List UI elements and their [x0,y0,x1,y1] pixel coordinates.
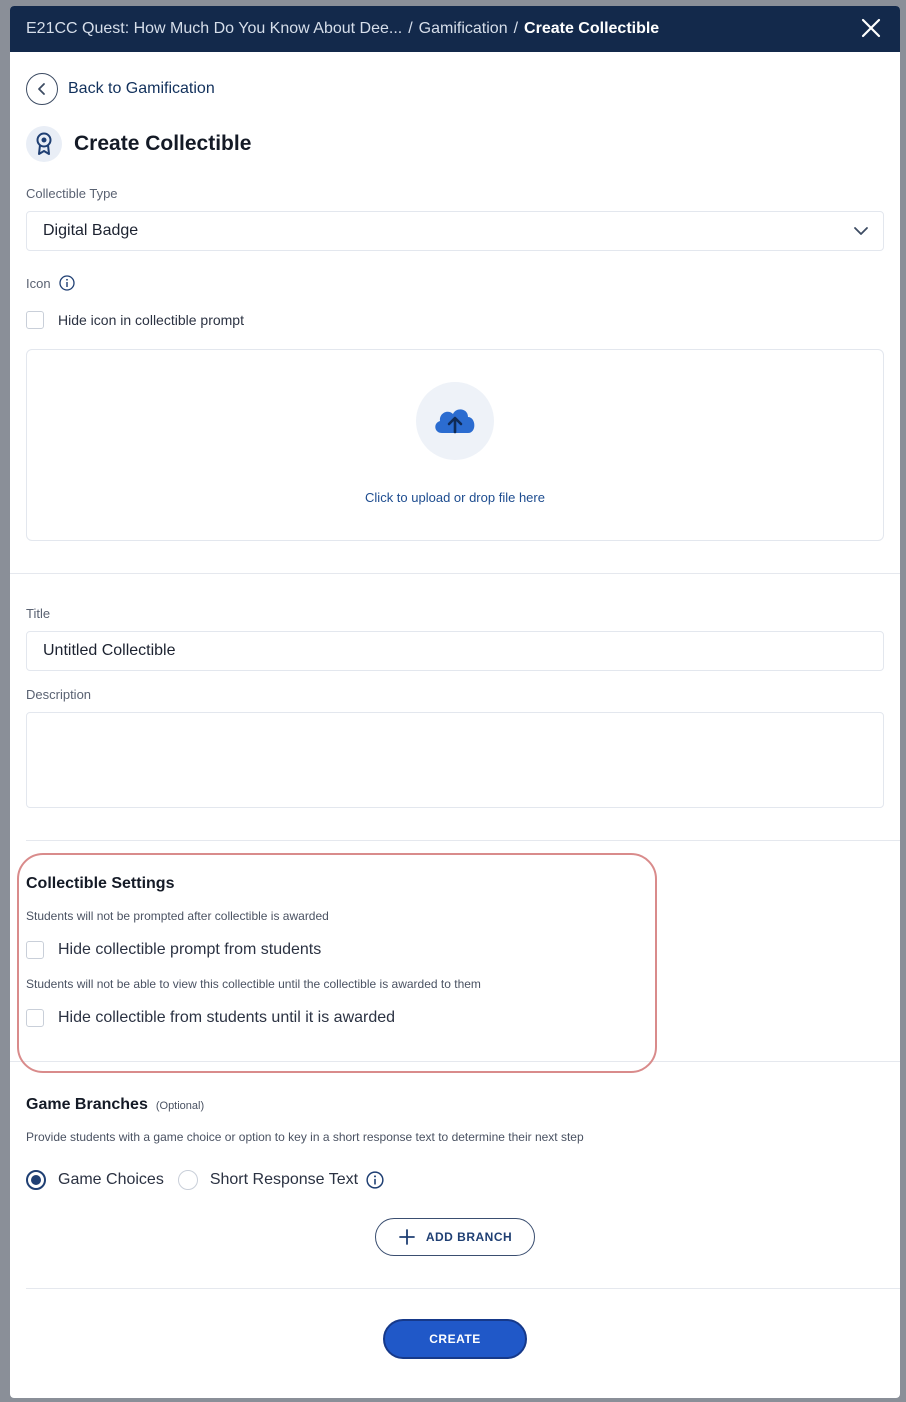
info-icon[interactable] [58,275,75,291]
hide-icon-row: Hide icon in collectible prompt [26,311,884,329]
plus-icon [398,1229,415,1245]
hide-prompt-row: Hide collectible prompt from students [26,941,884,959]
short-response-radio[interactable] [177,1170,198,1190]
breadcrumb-gamification[interactable]: Gamification [419,20,508,38]
add-branch-button[interactable]: ADD BRANCH [375,1218,535,1256]
create-button[interactable]: CREATE [383,1319,527,1359]
hide-icon-checkbox[interactable] [26,311,44,329]
close-icon[interactable] [860,17,882,39]
hide-until-awarded-checkbox[interactable] [26,1009,44,1027]
collectible-settings-title: Collectible Settings [26,875,175,892]
cloud-upload-icon [416,382,494,460]
collectible-type-label: Collectible Type [26,186,118,201]
collectible-type-select[interactable]: Digital Badge [26,211,884,251]
icon-upload-dropzone[interactable]: Click to upload or drop file here [26,349,884,541]
breadcrumb-current: Create Collectible [524,20,660,37]
hide-until-awarded-row: Hide collectible from students until it … [26,1009,884,1027]
title-label: Title [26,606,51,621]
page-heading: Create Collectible [26,126,884,162]
branch-type-radio-group: Game Choices Short Response Text [26,1170,884,1190]
game-choices-label: Game Choices [58,1171,164,1188]
badge-icon [26,126,62,162]
section-divider [26,840,900,841]
icon-label-row: Icon [26,275,884,291]
description-textarea[interactable] [26,712,884,808]
hide-until-awarded-label: Hide collectible from students until it … [58,1009,396,1026]
breadcrumb-separator: / [513,20,519,37]
page-title: Create Collectible [74,132,252,155]
game-choices-radio[interactable] [26,1170,46,1190]
collectible-type-value: Digital Badge [43,222,139,239]
back-to-gamification-link[interactable]: Back to Gamification [26,72,884,106]
breadcrumb-quest[interactable]: E21CC Quest: How Much Do You Know About … [26,20,402,38]
hide-prompt-checkbox[interactable] [26,941,44,959]
upload-instructions: Click to upload or drop file here [365,490,545,505]
section-divider [26,1288,900,1289]
hide-prompt-label: Hide collectible prompt from students [58,941,322,958]
chevron-down-icon [854,227,868,235]
icon-label: Icon [26,275,51,291]
modal-header: E21CC Quest: How Much Do You Know About … [10,6,900,52]
breadcrumb-separator: / [408,20,413,37]
info-icon[interactable] [366,1171,384,1189]
short-response-label: Short Response Text [209,1171,359,1188]
add-branch-label: ADD BRANCH [425,1230,513,1244]
game-branches-heading: Game Branches (Optional) [26,1096,884,1114]
back-label: Back to Gamification [68,80,215,97]
chevron-left-icon [26,73,58,105]
game-branches-description: Provide students with a game choice or o… [26,1130,584,1144]
create-collectible-modal: E21CC Quest: How Much Do You Know About … [10,6,900,1398]
section-divider [10,1061,900,1062]
section-divider [10,573,900,574]
hide-icon-label: Hide icon in collectible prompt [58,312,244,328]
description-label: Description [26,687,92,702]
title-input[interactable]: Untitled Collectible [26,631,884,671]
settings-hint-prompt: Students will not be prompted after coll… [26,909,329,923]
settings-hint-visibility: Students will not be able to view this c… [26,977,481,991]
game-branches-title: Game Branches [26,1096,148,1113]
optional-tag: (Optional) [155,1100,205,1112]
